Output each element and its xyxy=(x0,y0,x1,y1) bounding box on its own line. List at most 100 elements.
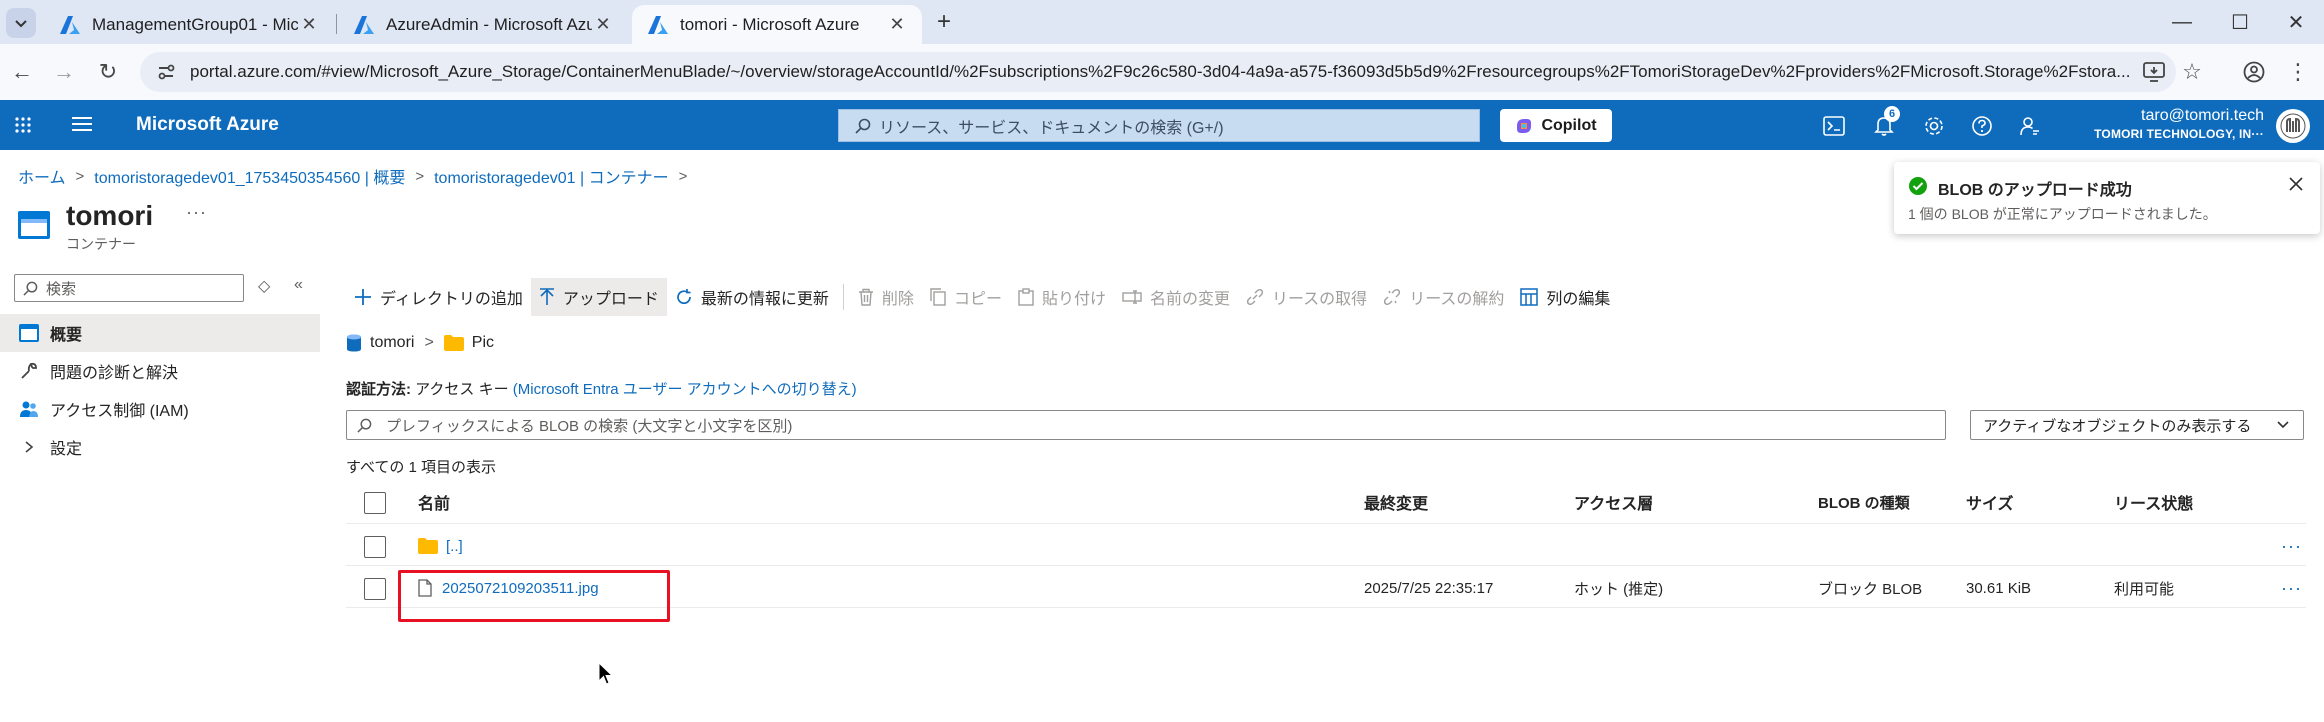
column-header-lease[interactable]: リース状態 xyxy=(2114,482,2193,522)
window-close-button[interactable]: ✕ xyxy=(2276,4,2316,40)
success-check-icon xyxy=(1909,177,1927,195)
nav-item-overview[interactable]: 概要 xyxy=(0,314,320,352)
breadcrumb-home[interactable]: ホーム xyxy=(18,164,66,188)
edit-columns-label: 列の編集 xyxy=(1546,291,1611,308)
blob-size: 30.61 KiB xyxy=(1966,579,2032,597)
profile-icon[interactable] xyxy=(2236,54,2272,90)
column-header-name[interactable]: 名前 xyxy=(418,482,450,522)
toast-body: 1 個の BLOB が正常にアップロードされました。 xyxy=(1908,206,2217,222)
auth-method: 認証方法: アクセス キー (Microsoft Entra ユーザー アカウン… xyxy=(346,378,857,399)
chevron-right-icon: > xyxy=(678,167,688,185)
browser-menu-icon[interactable]: ⋮ xyxy=(2280,54,2316,90)
paste-icon xyxy=(1018,288,1034,306)
new-tab-button[interactable]: + xyxy=(928,6,960,38)
avatar[interactable] xyxy=(2276,109,2310,143)
column-header-size[interactable]: サイズ xyxy=(1966,482,2014,522)
notification-count-badge: 6 xyxy=(1884,106,1900,122)
browser-tab-strip: ManagementGroup01 - Microsoft Azure ✕ Az… xyxy=(0,0,2324,44)
close-icon[interactable] xyxy=(2286,174,2306,194)
collapse-nav-icon[interactable]: « xyxy=(294,276,303,294)
browser-tab-2[interactable]: AzureAdmin - Microsoft Azure ✕ xyxy=(338,5,628,44)
path-container[interactable]: tomori xyxy=(370,334,414,352)
brand-name[interactable]: Microsoft Azure xyxy=(136,114,279,136)
nav-item-iam[interactable]: アクセス制御 (IAM) xyxy=(0,390,320,428)
reload-button[interactable]: ↻ xyxy=(90,54,126,90)
delete-button[interactable]: 削除 xyxy=(850,278,922,316)
select-all-checkbox[interactable] xyxy=(364,492,386,514)
refresh-button[interactable]: 最新の情報に更新 xyxy=(667,278,837,316)
help-icon[interactable] xyxy=(1968,112,1996,140)
paste-button[interactable]: 貼り付け xyxy=(1010,278,1114,316)
close-icon[interactable]: ✕ xyxy=(886,14,908,35)
minimize-button[interactable]: — xyxy=(2162,4,2202,40)
blob-prefix-search-input[interactable]: プレフィックスによる BLOB の検索 (大文字と小文字を区別) xyxy=(346,410,1946,440)
column-header-blob-type[interactable]: BLOB の種類 xyxy=(1818,482,1910,522)
break-lease-label: リースの解約 xyxy=(1409,291,1505,308)
column-header-tier[interactable]: アクセス層 xyxy=(1574,482,1653,522)
parent-folder-cell[interactable]: [..] xyxy=(418,526,463,566)
column-header-modified[interactable]: 最終変更 xyxy=(1364,482,1428,522)
app-launcher-icon[interactable] xyxy=(14,116,32,134)
switch-auth-link[interactable]: (Microsoft Entra ユーザー アカウントへの切り替え) xyxy=(513,381,857,398)
parent-folder-link[interactable]: [..] xyxy=(446,538,463,555)
row-more-button[interactable]: ··· xyxy=(2281,536,2302,557)
browser-tab-1[interactable]: ManagementGroup01 - Microsoft Azure ✕ xyxy=(44,5,334,44)
nav-item-settings[interactable]: 設定 xyxy=(0,428,320,466)
copilot-button[interactable]: Copilot xyxy=(1500,109,1612,142)
address-bar[interactable]: portal.azure.com/#view/Microsoft_Azure_S… xyxy=(140,52,2176,92)
auth-label: 認証方法: xyxy=(346,381,411,398)
add-directory-button[interactable]: ディレクトリの追加 xyxy=(346,278,531,316)
site-info-icon xyxy=(158,64,175,80)
collapse-nav-updown-icon[interactable]: ◇ xyxy=(258,276,270,296)
install-app-icon[interactable] xyxy=(2136,54,2172,90)
row-checkbox[interactable] xyxy=(364,536,386,558)
page-subtitle: コンテナー xyxy=(66,236,136,252)
acquire-lease-button[interactable]: リースの取得 xyxy=(1238,278,1375,316)
broken-link-icon xyxy=(1383,288,1401,306)
row-checkbox[interactable] xyxy=(364,578,386,600)
path-folder[interactable]: Pic xyxy=(472,334,494,352)
search-icon xyxy=(855,118,871,134)
table-row-parent[interactable]: [..] ··· xyxy=(346,526,2306,566)
blob-tier: ホット (推定) xyxy=(1574,580,1664,598)
folder-icon xyxy=(418,538,438,554)
object-filter-dropdown[interactable]: アクティブなオブジェクトのみ表示する xyxy=(1970,410,2304,440)
nav-search-input[interactable]: 検索 xyxy=(14,274,244,302)
account-menu[interactable]: taro@tomori.tech TOMORI TECHNOLOGY, IN··… xyxy=(2094,106,2264,142)
upload-button[interactable]: アップロード xyxy=(530,278,667,316)
nav-item-label: アクセス制御 (IAM) xyxy=(50,403,189,420)
paste-label: 貼り付け xyxy=(1041,291,1106,308)
break-lease-button[interactable]: リースの解約 xyxy=(1375,278,1512,316)
forward-button[interactable]: → xyxy=(46,54,82,90)
feedback-icon[interactable] xyxy=(2016,112,2044,140)
row-more-button[interactable]: ··· xyxy=(2281,578,2302,599)
maximize-button[interactable]: ☐ xyxy=(2220,4,2260,40)
blob-type: ブロック BLOB xyxy=(1818,580,1923,598)
add-directory-label: ディレクトリの追加 xyxy=(380,291,523,308)
folder-icon xyxy=(443,335,464,351)
copy-button[interactable]: コピー xyxy=(922,278,1010,316)
global-search-input[interactable]: リソース、サービス、ドキュメントの検索 (G+/) xyxy=(838,109,1480,142)
close-icon[interactable]: ✕ xyxy=(298,14,320,35)
rename-label: 名前の変更 xyxy=(1149,291,1230,308)
browser-tab-3[interactable]: tomori - Microsoft Azure ✕ xyxy=(632,5,922,44)
link-icon xyxy=(1246,288,1264,306)
search-icon xyxy=(23,281,38,296)
settings-gear-icon[interactable] xyxy=(1920,112,1948,140)
cloud-shell-icon[interactable] xyxy=(1820,112,1848,140)
more-actions-button[interactable]: ··· xyxy=(186,202,207,223)
back-button[interactable]: ← xyxy=(4,54,40,90)
chevron-down-icon xyxy=(15,20,27,28)
bookmark-star-icon[interactable]: ☆ xyxy=(2174,54,2210,90)
tab-search-button[interactable] xyxy=(6,8,36,38)
blob-modified: 2025/7/25 22:35:17 xyxy=(1364,579,1494,597)
rename-button[interactable]: 名前の変更 xyxy=(1114,278,1238,316)
nav-item-diagnose[interactable]: 問題の診断と解決 xyxy=(0,352,320,390)
azure-logo-icon xyxy=(60,15,80,34)
portal-menu-icon[interactable] xyxy=(72,116,92,132)
breadcrumb-containers[interactable]: tomoristoragedev01 | コンテナー xyxy=(434,164,668,188)
copilot-icon xyxy=(1517,118,1532,133)
edit-columns-button[interactable]: 列の編集 xyxy=(1512,278,1618,316)
close-icon[interactable]: ✕ xyxy=(592,14,614,35)
breadcrumb-storage-account[interactable]: tomoristoragedev01_1753450354560 | 概要 xyxy=(94,164,405,188)
